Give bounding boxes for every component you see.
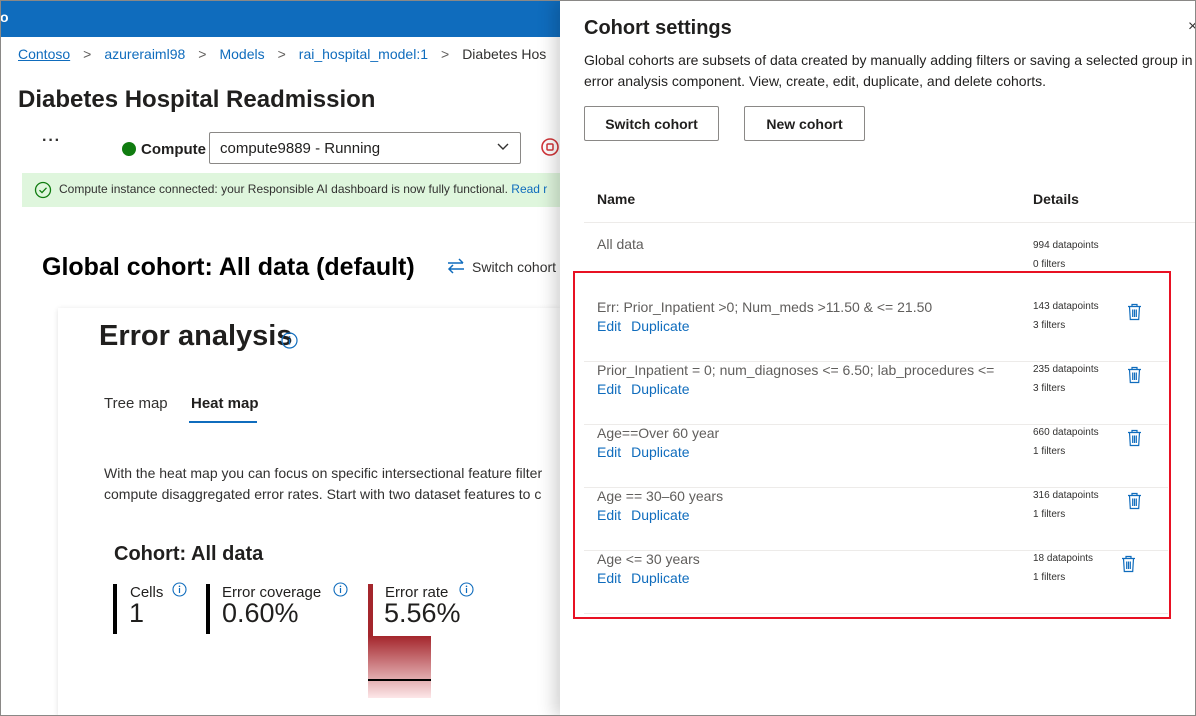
edit-cohort-link[interactable]: Edit <box>597 318 621 334</box>
duplicate-cohort-link[interactable]: Duplicate <box>631 570 689 586</box>
error-rate-marker <box>368 679 431 681</box>
new-cohort-button[interactable]: New cohort <box>744 106 865 141</box>
close-icon[interactable]: × <box>1188 18 1196 36</box>
global-cohort-title: Global cohort: All data (default) <box>42 253 415 281</box>
cohort-name: Age == 30–60 years <box>597 488 724 504</box>
switch-cohort-link[interactable]: Switch cohort <box>472 259 556 275</box>
breadcrumb-item-workspace[interactable]: azureraiml98 <box>104 46 185 62</box>
header-divider <box>584 222 1196 223</box>
cohort-row: Err: Prior_Inpatient >0; Num_meds >11.50… <box>584 299 1168 362</box>
chevron-right-icon: > <box>441 46 450 62</box>
cohort-filters: 3 filters <box>1033 320 1066 331</box>
error-analysis-card <box>58 308 560 716</box>
arrow-swap-icon[interactable] <box>446 257 466 275</box>
edit-cohort-link[interactable]: Edit <box>597 444 621 460</box>
notice-text: Compute instance connected: your Respons… <box>59 182 508 196</box>
cohort-filters: 1 filters <box>1033 509 1066 520</box>
column-header-name: Name <box>597 191 636 207</box>
error-rate-metric-bar <box>368 584 373 636</box>
read-more-link[interactable]: Read r <box>511 182 547 196</box>
cohort-settings-panel: Cohort settings × Global cohorts are sub… <box>560 0 1196 716</box>
cohort-name: Age==Over 60 year <box>597 425 720 441</box>
cohort-row-all-data: All data 994 datapoints 0 filters <box>584 236 1168 299</box>
cohort-name: All data <box>597 236 644 252</box>
delete-icon[interactable] <box>1127 303 1142 321</box>
panel-description: Global cohorts are subsets of data creat… <box>584 52 1196 89</box>
breadcrumb-item-model[interactable]: rai_hospital_model:1 <box>299 46 428 62</box>
more-options-button[interactable]: ··· <box>42 132 61 150</box>
cohort-filters: 0 filters <box>1033 259 1066 270</box>
app-bar-title-fragment: o <box>0 9 9 25</box>
cohort-filters: 1 filters <box>1033 572 1066 583</box>
chevron-right-icon: > <box>83 46 92 62</box>
error-analysis-title: Error analysis <box>99 320 293 352</box>
chevron-right-icon: > <box>198 46 207 62</box>
duplicate-cohort-link[interactable]: Duplicate <box>631 381 689 397</box>
chevron-right-icon: > <box>277 46 286 62</box>
chevron-down-icon <box>497 143 509 150</box>
delete-icon[interactable] <box>1127 366 1142 384</box>
delete-icon[interactable] <box>1127 492 1142 510</box>
breadcrumb: Contoso > azureraiml98 > Models > rai_ho… <box>18 46 546 62</box>
page-title: Diabetes Hospital Readmission <box>18 86 376 113</box>
compute-label: Compute <box>141 141 206 158</box>
stop-compute-icon[interactable] <box>540 137 560 157</box>
info-icon[interactable] <box>459 582 474 597</box>
top-app-bar: o <box>0 0 560 37</box>
tab-tree-map[interactable]: Tree map <box>104 395 168 412</box>
edit-cohort-link[interactable]: Edit <box>597 507 621 523</box>
cohort-row: Age <= 30 years Edit Duplicate 18 datapoi… <box>584 551 1168 614</box>
duplicate-cohort-link[interactable]: Duplicate <box>631 318 689 334</box>
cohort-row: Age==Over 60 year Edit Duplicate 660 data… <box>584 425 1168 488</box>
panel-title: Cohort settings <box>584 17 732 39</box>
cohort-datapoints: 660 datapoints <box>1033 427 1099 438</box>
switch-cohort-button[interactable]: Switch cohort <box>584 106 719 141</box>
cohort-name: Cohort: All data <box>114 543 264 565</box>
info-icon[interactable] <box>281 332 298 349</box>
cohort-filters: 3 filters <box>1033 383 1066 394</box>
cohort-datapoints: 18 datapoints <box>1033 553 1094 564</box>
breadcrumb-item-contoso[interactable]: Contoso <box>18 46 70 62</box>
delete-icon[interactable] <box>1121 555 1136 573</box>
duplicate-cohort-link[interactable]: Duplicate <box>631 507 689 523</box>
compute-dropdown-value: compute9889 - Running <box>220 140 381 157</box>
duplicate-cohort-link[interactable]: Duplicate <box>631 444 689 460</box>
compute-dropdown[interactable]: compute9889 - Running <box>209 132 521 164</box>
breadcrumb-item-models[interactable]: Models <box>219 46 264 62</box>
cohort-row: Age == 30–60 years Edit Duplicate 316 dat… <box>584 488 1168 551</box>
cohort-datapoints: 994 datapoints <box>1033 240 1099 251</box>
cohort-filters: 1 filters <box>1033 446 1066 457</box>
error-rate-color-scale <box>368 636 431 698</box>
error-coverage-metric-bar <box>206 584 210 634</box>
heat-map-description: With the heat map you can focus on speci… <box>104 465 543 502</box>
cohort-name: Err: Prior_Inpatient >0; Num_meds >11.50… <box>597 299 933 315</box>
active-tab-indicator <box>189 421 257 423</box>
error-coverage-value: 0.60% <box>222 598 299 628</box>
compute-connected-notice: Compute instance connected: your Respons… <box>22 173 560 207</box>
compute-status-icon <box>122 142 136 156</box>
cells-value: 1 <box>129 598 145 628</box>
error-rate-value: 5.56% <box>384 598 461 628</box>
delete-icon[interactable] <box>1127 429 1142 447</box>
info-icon[interactable] <box>333 582 348 597</box>
cells-metric-bar <box>113 584 117 634</box>
edit-cohort-link[interactable]: Edit <box>597 381 621 397</box>
cohort-datapoints: 143 datapoints <box>1033 301 1099 312</box>
cohort-name: Age <= 30 years <box>597 551 700 567</box>
cohort-name: Prior_Inpatient = 0; num_diagnoses <= 6.… <box>597 362 997 378</box>
tab-heat-map[interactable]: Heat map <box>191 395 259 412</box>
cohort-datapoints: 235 datapoints <box>1033 364 1099 375</box>
cohort-row: Prior_Inpatient = 0; num_diagnoses <= 6.… <box>584 362 1168 425</box>
cohort-datapoints: 316 datapoints <box>1033 490 1099 501</box>
edit-cohort-link[interactable]: Edit <box>597 570 621 586</box>
checkmark-circle-icon <box>34 181 52 199</box>
info-icon[interactable] <box>172 582 187 597</box>
column-header-details: Details <box>1033 191 1079 207</box>
breadcrumb-item-current: Diabetes Hos <box>462 46 547 62</box>
